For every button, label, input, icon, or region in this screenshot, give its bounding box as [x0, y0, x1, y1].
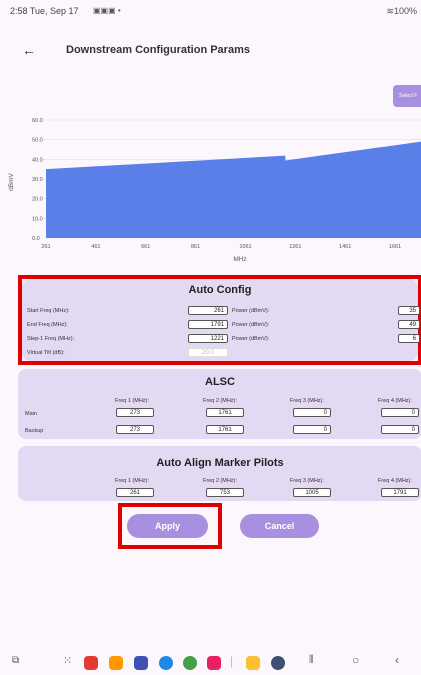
x-axis-label: MHz — [233, 256, 246, 263]
end-power-input[interactable]: 49 — [398, 320, 420, 329]
pilots-card: Auto Align Marker Pilots Freq 1 (MHz): F… — [18, 446, 421, 501]
alsc-header-freq3: Freq 3 (MHz): — [290, 398, 324, 404]
battery-status: ≋100% — [386, 6, 417, 17]
notification-icons: ▣▣▣ • — [93, 6, 121, 15]
x-tick-label: 261 — [41, 244, 50, 250]
start-power-input[interactable]: 35 — [398, 306, 420, 315]
apply-button[interactable]: Apply — [127, 514, 208, 538]
pilots-freq2[interactable]: 753 — [206, 488, 244, 497]
status-time-date: 2:58 Tue, Sep 17 — [10, 6, 79, 16]
end-freq-label: End Freq (MHz): — [27, 322, 68, 328]
virtual-tilt-input[interactable]: 20.0 — [188, 348, 228, 357]
alsc-main-freq4[interactable]: 0 — [381, 408, 419, 417]
y-tick-label: 20.0 — [32, 197, 43, 203]
step1-power-label: Power (dBmV): — [232, 336, 270, 342]
apps-grid-icon[interactable]: ⁙ — [63, 654, 72, 667]
battery-level: 100% — [393, 6, 417, 16]
alsc-main-label: Main — [25, 411, 37, 417]
alsc-header-freq2: Freq 2 (MHz): — [203, 398, 237, 404]
messages-icon[interactable] — [159, 656, 173, 670]
auto-config-title: Auto Config — [188, 284, 252, 296]
step1-freq-label: Step-1 Freq (MHz): — [27, 336, 75, 342]
navigation-bar: ⧉ ⁙ | ⫴ ○ ‹ — [0, 650, 421, 675]
screenshot-icon[interactable]: ⧉ — [12, 655, 19, 666]
x-tick-label: 1461 — [339, 244, 351, 250]
pilots-title: Auto Align Marker Pilots — [156, 457, 284, 469]
pilots-freq4[interactable]: 1791 — [381, 488, 419, 497]
x-tick-label: 1661 — [389, 244, 401, 250]
virtual-tilt-label: Virtual Tilt (dB): — [27, 350, 65, 356]
drive-icon[interactable] — [246, 656, 260, 670]
select-button[interactable]: Select F — [393, 85, 421, 107]
y-tick-label: 0.0 — [32, 236, 40, 242]
x-tick-label: 461 — [91, 244, 100, 250]
divider: | — [230, 654, 234, 668]
start-freq-label: Start Freq (MHz): — [27, 308, 70, 314]
back-arrow-icon[interactable]: ← — [22, 42, 36, 58]
alsc-backup-label: Backup — [25, 428, 44, 434]
x-tick-label: 1061 — [239, 244, 251, 250]
cancel-button[interactable]: Cancel — [240, 514, 319, 538]
pilots-freq3[interactable]: 1005 — [293, 488, 331, 497]
pilots-freq1[interactable]: 261 — [116, 488, 154, 497]
camera-icon[interactable] — [207, 656, 221, 670]
chrome-icon[interactable] — [183, 656, 197, 670]
y-tick-label: 60.0 — [32, 118, 43, 124]
x-tick-label: 861 — [191, 244, 200, 250]
page-title: Downstream Configuration Params — [66, 44, 250, 56]
end-power-label: Power (dBmV): — [232, 322, 270, 328]
alsc-backup-freq2[interactable]: 1761 — [206, 425, 244, 434]
step1-power-input[interactable]: 6 — [398, 334, 420, 343]
y-axis-ticks: 0.0 10.0 20.0 30.0 40.0 50.0 60.0 — [32, 118, 43, 242]
end-freq-input[interactable]: 1791 — [188, 320, 228, 329]
y-tick-label: 50.0 — [32, 138, 43, 144]
settings-icon[interactable] — [271, 656, 285, 670]
home-icon[interactable]: ○ — [352, 653, 359, 667]
alsc-card: ALSC Freq 1 (MHz): Freq 2 (MHz): Freq 3 … — [18, 369, 421, 439]
pilots-header-freq2: Freq 2 (MHz): — [203, 478, 237, 484]
power-chart: 0.0 10.0 20.0 30.0 40.0 50.0 60.0 261 461 661 861… — [8, 118, 421, 263]
wifi-icon: ≋ — [386, 6, 394, 16]
alsc-backup-freq4[interactable]: 0 — [381, 425, 419, 434]
back-nav-icon[interactable]: ‹ — [395, 653, 399, 667]
recents-icon[interactable]: ⫴ — [309, 654, 314, 667]
alsc-backup-freq1[interactable]: 273 — [116, 425, 154, 434]
start-power-label: Power (dBmV): — [232, 308, 270, 314]
folder-icon[interactable] — [109, 656, 123, 670]
alsc-title: ALSC — [205, 376, 235, 388]
pilots-header-freq1: Freq 1 (MHz): — [115, 478, 149, 484]
x-axis-ticks: 261 461 661 861 1061 1261 1461 1661 — [41, 244, 401, 250]
alsc-backup-freq3[interactable]: 0 — [293, 425, 331, 434]
y-tick-label: 30.0 — [32, 177, 43, 183]
y-axis-label: dBmV — [8, 172, 15, 190]
alsc-main-freq2[interactable]: 1761 — [206, 408, 244, 417]
alsc-header-freq4: Freq 4 (MHz): — [378, 398, 412, 404]
auto-config-card: Auto Config Start Freq (MHz): 261 Power … — [22, 279, 420, 361]
x-tick-label: 661 — [141, 244, 150, 250]
y-tick-label: 40.0 — [32, 157, 43, 163]
pilots-header-freq4: Freq 4 (MHz): — [378, 478, 412, 484]
start-freq-input[interactable]: 261 — [188, 306, 228, 315]
alsc-main-freq3[interactable]: 0 — [293, 408, 331, 417]
pilots-header-freq3: Freq 3 (MHz): — [290, 478, 324, 484]
step1-freq-input[interactable]: 1221 — [188, 334, 228, 343]
y-tick-label: 10.0 — [32, 216, 43, 222]
x-tick-label: 1261 — [289, 244, 301, 250]
app-red-icon[interactable] — [84, 656, 98, 670]
chart-area-series — [46, 141, 421, 238]
alsc-header-freq1: Freq 1 (MHz): — [115, 398, 149, 404]
alsc-main-freq1[interactable]: 273 — [116, 408, 154, 417]
calendar-icon[interactable] — [134, 656, 148, 670]
